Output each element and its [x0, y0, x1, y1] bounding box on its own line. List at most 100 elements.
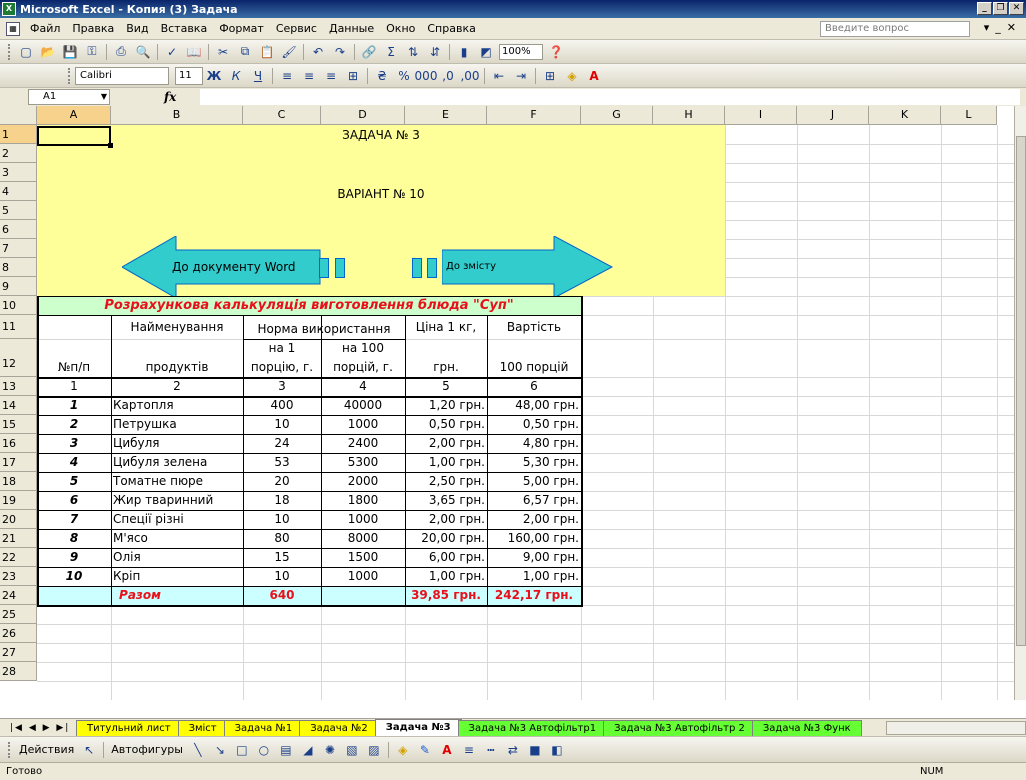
- row-header[interactable]: 6: [0, 220, 37, 239]
- price-per-kg[interactable]: 1,00 грн.: [405, 453, 487, 472]
- dash-style-icon[interactable]: ┅: [481, 741, 501, 759]
- autosum-icon[interactable]: Σ: [381, 43, 401, 61]
- norm-per-100[interactable]: 40000: [321, 396, 405, 415]
- row-header[interactable]: 18: [0, 472, 37, 491]
- cost-100-portions[interactable]: 5,00 грн.: [487, 472, 581, 491]
- menu-format[interactable]: Формат: [213, 22, 270, 35]
- row-header[interactable]: 5: [0, 201, 37, 220]
- norm-per-100[interactable]: 1000: [321, 510, 405, 529]
- fill-color-icon[interactable]: ◈: [393, 741, 413, 759]
- line-color-icon[interactable]: ✎: [415, 741, 435, 759]
- help-question-input[interactable]: Введите вопрос: [820, 21, 970, 37]
- cost-100-portions[interactable]: 4,80 грн.: [487, 434, 581, 453]
- menu-data[interactable]: Данные: [323, 22, 380, 35]
- autoshapes-menu[interactable]: Автофигуры: [107, 743, 187, 756]
- column-header[interactable]: E: [405, 106, 487, 125]
- format-painter-icon[interactable]: 🖌: [279, 43, 299, 61]
- column-number[interactable]: 1: [37, 377, 111, 396]
- row-number[interactable]: 7: [37, 510, 111, 529]
- cut-icon[interactable]: ✂: [213, 43, 233, 61]
- row-number[interactable]: 10: [37, 567, 111, 586]
- row-header[interactable]: 7: [0, 239, 37, 258]
- row-header[interactable]: 14: [0, 396, 37, 415]
- paste-icon[interactable]: 📋: [257, 43, 277, 61]
- shadow-icon[interactable]: ■: [525, 741, 545, 759]
- column-header[interactable]: C: [243, 106, 321, 125]
- norm-per-100[interactable]: 1500: [321, 548, 405, 567]
- norm-per-100[interactable]: 2400: [321, 434, 405, 453]
- column-header[interactable]: L: [941, 106, 997, 125]
- header-name[interactable]: Найменування: [111, 315, 243, 339]
- print-preview-icon[interactable]: 🔍: [133, 43, 153, 61]
- column-header[interactable]: J: [797, 106, 869, 125]
- row-number[interactable]: 9: [37, 548, 111, 567]
- row-header[interactable]: 27: [0, 643, 37, 662]
- row-header[interactable]: 8: [0, 258, 37, 277]
- column-header[interactable]: I: [725, 106, 797, 125]
- new-icon[interactable]: ▢: [16, 43, 36, 61]
- row-header[interactable]: 22: [0, 548, 37, 567]
- product-name[interactable]: Картопля: [111, 396, 243, 415]
- zoom-select[interactable]: 100%: [499, 43, 543, 60]
- currency-icon[interactable]: ₴: [372, 67, 392, 85]
- norm-per-portion[interactable]: 400: [243, 396, 321, 415]
- product-name[interactable]: Жир тваринний: [111, 491, 243, 510]
- horizontal-scrollbar[interactable]: [886, 721, 1026, 735]
- formula-input[interactable]: [200, 89, 1020, 105]
- column-header[interactable]: F: [487, 106, 581, 125]
- print-icon[interactable]: ⎙: [111, 43, 131, 61]
- underline-icon[interactable]: Ч: [248, 67, 268, 85]
- price-per-kg[interactable]: 2,50 грн.: [405, 472, 487, 491]
- sheet-tab[interactable]: Зміст: [177, 720, 228, 736]
- row-header[interactable]: 16: [0, 434, 37, 453]
- font-size-select[interactable]: 11: [175, 66, 203, 85]
- chart-wizard-icon[interactable]: ▮: [454, 43, 474, 61]
- oval-icon[interactable]: ○: [254, 741, 274, 759]
- 3d-icon[interactable]: ◧: [547, 741, 567, 759]
- function-icon[interactable]: fx: [164, 90, 176, 104]
- line-style-icon[interactable]: ≡: [459, 741, 479, 759]
- vertical-scrollbar[interactable]: [1014, 106, 1026, 700]
- minimize-button[interactable]: _: [977, 2, 992, 15]
- select-objects-icon[interactable]: ↖: [79, 741, 99, 759]
- column-number[interactable]: 4: [321, 377, 405, 396]
- row-header[interactable]: 10: [0, 296, 37, 315]
- cost-100-portions[interactable]: 6,57 грн.: [487, 491, 581, 510]
- row-header[interactable]: 3: [0, 163, 37, 182]
- clipart-icon[interactable]: ▧: [342, 741, 362, 759]
- product-name[interactable]: Спеції різні: [111, 510, 243, 529]
- total-cost[interactable]: 242,17 грн.: [487, 586, 581, 605]
- row-header[interactable]: 4: [0, 182, 37, 201]
- norm-per-portion[interactable]: 24: [243, 434, 321, 453]
- row-number[interactable]: 4: [37, 453, 111, 472]
- column-header[interactable]: G: [581, 106, 653, 125]
- back-to-word-label[interactable]: До документу Word: [172, 260, 296, 274]
- select-all-corner[interactable]: [0, 106, 37, 125]
- sheet-tab[interactable]: Задача №3 Функ: [751, 720, 862, 736]
- column-number[interactable]: 6: [487, 377, 581, 396]
- picture-icon[interactable]: ▨: [364, 741, 384, 759]
- norm-per-portion[interactable]: 20: [243, 472, 321, 491]
- scroll-thumb[interactable]: [1016, 136, 1026, 646]
- help-icon[interactable]: ❓: [546, 43, 566, 61]
- row-header[interactable]: 25: [0, 605, 37, 624]
- open-icon[interactable]: 📂: [38, 43, 58, 61]
- cost-100-portions[interactable]: 5,30 грн.: [487, 453, 581, 472]
- research-icon[interactable]: 📖: [184, 43, 204, 61]
- row-header[interactable]: 13: [0, 377, 37, 396]
- copy-icon[interactable]: ⧉: [235, 43, 255, 61]
- header-price[interactable]: Ціна 1 кг,: [405, 315, 487, 339]
- price-per-kg[interactable]: 1,00 грн.: [405, 567, 487, 586]
- drawing-icon[interactable]: ◩: [476, 43, 496, 61]
- menu-insert[interactable]: Вставка: [155, 22, 214, 35]
- menu-window[interactable]: Окно: [380, 22, 421, 35]
- fill-color-icon[interactable]: ◈: [562, 67, 582, 85]
- cost-100-portions[interactable]: 9,00 грн.: [487, 548, 581, 567]
- row-header[interactable]: 20: [0, 510, 37, 529]
- decrease-decimal-icon[interactable]: ,00: [460, 67, 480, 85]
- row-header[interactable]: 1: [0, 125, 37, 144]
- italic-icon[interactable]: К: [226, 67, 246, 85]
- actions-menu[interactable]: Действия: [15, 743, 78, 756]
- cost-100-portions[interactable]: 48,00 грн.: [487, 396, 581, 415]
- menu-edit[interactable]: Правка: [66, 22, 120, 35]
